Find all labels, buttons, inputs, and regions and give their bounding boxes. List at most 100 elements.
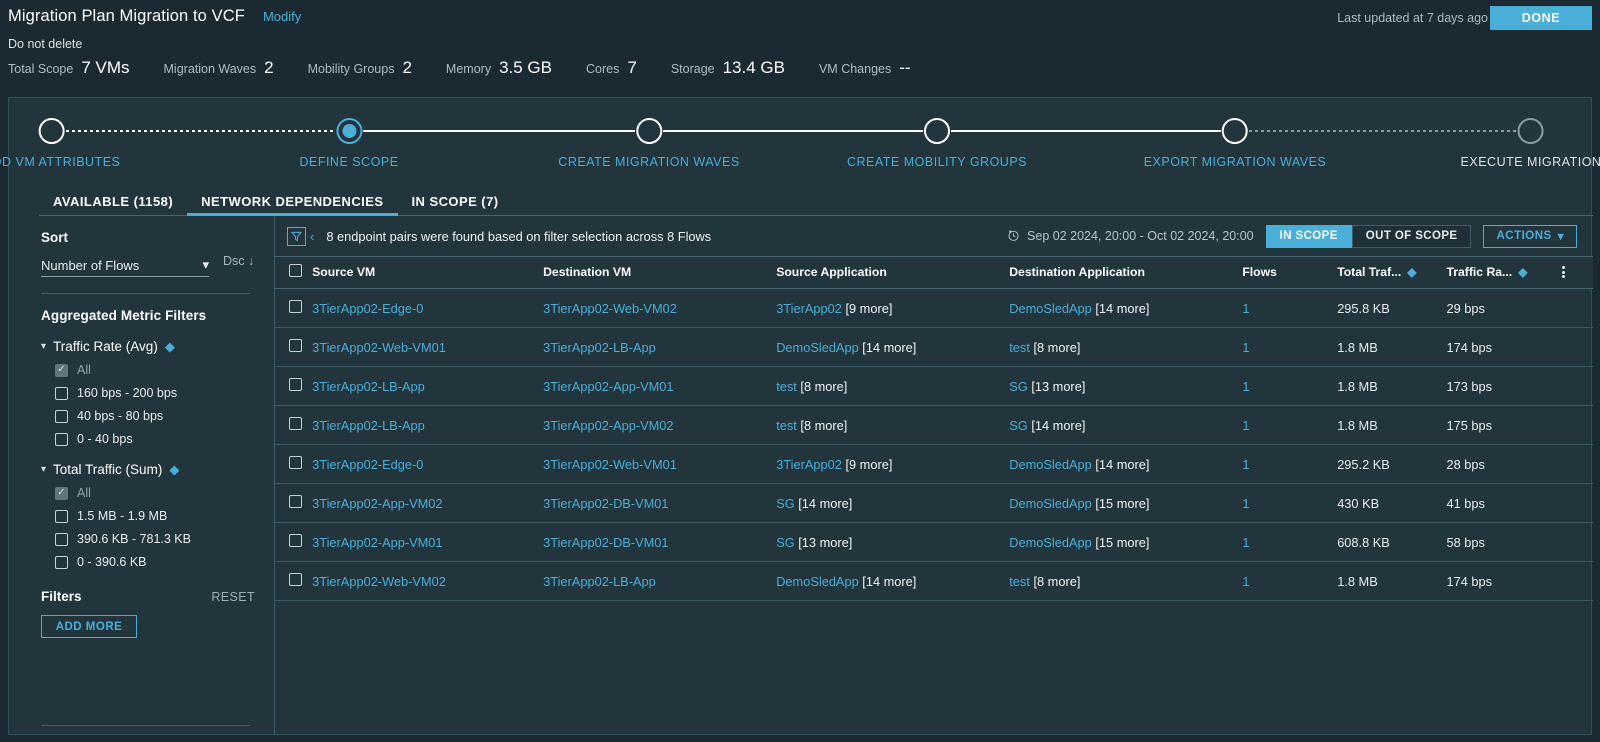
row-checkbox[interactable] bbox=[289, 534, 302, 547]
date-range-picker[interactable]: Sep 02 2024, 20:00 - Oct 02 2024, 20:00 bbox=[1006, 228, 1254, 245]
source-app-link[interactable]: SG bbox=[776, 535, 795, 550]
destination-app-link[interactable]: test bbox=[1009, 574, 1030, 589]
step-define-scope[interactable]: DEFINE SCOPE bbox=[299, 98, 398, 169]
filter-checkbox[interactable] bbox=[55, 432, 68, 446]
filter-checkbox[interactable] bbox=[55, 486, 68, 500]
destination-app-link[interactable]: SG bbox=[1009, 418, 1028, 433]
filter-checkbox[interactable] bbox=[55, 386, 68, 400]
destination-vm-link[interactable]: 3TierApp02-DB-VM01 bbox=[543, 496, 668, 511]
table-row[interactable]: 3TierApp02-Edge-0 3TierApp02-Web-VM01 3Tie… bbox=[275, 444, 1593, 484]
destination-app-link[interactable]: test bbox=[1009, 340, 1030, 355]
reset-filters-link[interactable]: RESET bbox=[211, 590, 255, 604]
filter-group-header[interactable]: ▾ Total Traffic (Sum) ◆ bbox=[41, 462, 274, 477]
destination-app-link[interactable]: DemoSledApp bbox=[1009, 496, 1092, 511]
destination-app-link[interactable]: DemoSledApp bbox=[1009, 535, 1092, 550]
sort-direction-toggle[interactable]: Dsc ↓ bbox=[223, 254, 254, 268]
step-create-mobility-groups[interactable]: CREATE MOBILITY GROUPS bbox=[847, 98, 1027, 169]
source-app-link[interactable]: SG bbox=[776, 496, 795, 511]
funnel-icon[interactable] bbox=[287, 226, 306, 246]
filter-checkbox[interactable] bbox=[55, 532, 68, 546]
tab-available-1158[interactable]: AVAILABLE (1158) bbox=[39, 194, 187, 216]
actions-button[interactable]: ACTIONS ▾ bbox=[1483, 224, 1577, 248]
source-vm-link[interactable]: 3TierApp02-Web-VM02 bbox=[312, 574, 446, 589]
select-all-checkbox[interactable] bbox=[289, 264, 302, 277]
source-vm-link[interactable]: 3TierApp02-App-VM01 bbox=[312, 535, 442, 550]
done-button[interactable]: DONE bbox=[1490, 6, 1592, 30]
flows-link[interactable]: 1 bbox=[1242, 418, 1249, 433]
filter-checkbox[interactable] bbox=[55, 363, 68, 377]
column-header-source-vm[interactable]: Source VM bbox=[312, 256, 544, 289]
source-vm-link[interactable]: 3TierApp02-LB-App bbox=[312, 418, 425, 433]
flows-link[interactable]: 1 bbox=[1242, 301, 1249, 316]
table-row[interactable]: 3TierApp02-App-VM02 3TierApp02-DB-VM01 SG … bbox=[275, 483, 1593, 523]
table-row[interactable]: 3TierApp02-LB-App 3TierApp02-App-VM02 test… bbox=[275, 405, 1593, 445]
filter-option[interactable]: All bbox=[55, 363, 274, 377]
step-add-vm-attributes[interactable]: ADD VM ATTRIBUTES bbox=[0, 98, 120, 169]
scope-in-button[interactable]: IN SCOPE bbox=[1265, 224, 1352, 248]
source-vm-link[interactable]: 3TierApp02-Edge-0 bbox=[312, 301, 423, 316]
flows-link[interactable]: 1 bbox=[1242, 535, 1249, 550]
source-app-link[interactable]: DemoSledApp bbox=[776, 340, 859, 355]
destination-app-link[interactable]: DemoSledApp bbox=[1009, 301, 1092, 316]
row-checkbox[interactable] bbox=[289, 378, 302, 391]
kebab-menu-icon[interactable] bbox=[1562, 266, 1593, 278]
column-header-source-application[interactable]: Source Application bbox=[776, 256, 1010, 289]
source-app-link[interactable]: test bbox=[776, 379, 797, 394]
flows-link[interactable]: 1 bbox=[1242, 379, 1249, 394]
source-vm-link[interactable]: 3TierApp02-Web-VM01 bbox=[312, 340, 446, 355]
destination-app-link[interactable]: SG bbox=[1009, 379, 1028, 394]
filter-group-header[interactable]: ▾ Traffic Rate (Avg) ◆ bbox=[41, 339, 274, 354]
destination-vm-link[interactable]: 3TierApp02-DB-VM01 bbox=[543, 535, 668, 550]
column-header-destination-application[interactable]: Destination Application bbox=[1009, 256, 1243, 289]
step-execute-migration[interactable]: EXECUTE MIGRATION bbox=[1461, 98, 1600, 169]
source-vm-link[interactable]: 3TierApp02-LB-App bbox=[312, 379, 425, 394]
table-row[interactable]: 3TierApp02-LB-App 3TierApp02-App-VM01 test… bbox=[275, 366, 1593, 406]
source-vm-link[interactable]: 3TierApp02-App-VM02 bbox=[312, 496, 442, 511]
table-row[interactable]: 3TierApp02-App-VM01 3TierApp02-DB-VM01 SG … bbox=[275, 522, 1593, 562]
column-header-flows[interactable]: Flows bbox=[1242, 256, 1338, 289]
filter-checkbox[interactable] bbox=[55, 409, 68, 423]
source-app-link[interactable]: 3TierApp02 bbox=[776, 301, 842, 316]
destination-app-link[interactable]: DemoSledApp bbox=[1009, 457, 1092, 472]
column-header-destination-vm[interactable]: Destination VM bbox=[543, 256, 777, 289]
sort-select[interactable]: Number of Flows ▾ bbox=[41, 257, 209, 277]
row-checkbox[interactable] bbox=[289, 573, 302, 586]
row-checkbox[interactable] bbox=[289, 339, 302, 352]
filter-option[interactable]: 160 bps - 200 bps bbox=[55, 386, 274, 400]
filter-option[interactable]: All bbox=[55, 486, 274, 500]
row-checkbox[interactable] bbox=[289, 300, 302, 313]
row-checkbox[interactable] bbox=[289, 495, 302, 508]
destination-vm-link[interactable]: 3TierApp02-LB-App bbox=[543, 340, 656, 355]
flows-link[interactable]: 1 bbox=[1242, 340, 1249, 355]
table-row[interactable]: 3TierApp02-Web-VM01 3TierApp02-LB-App Demo… bbox=[275, 327, 1593, 367]
flows-link[interactable]: 1 bbox=[1242, 457, 1249, 472]
tab-network-dependencies[interactable]: NETWORK DEPENDENCIES bbox=[187, 194, 398, 216]
filter-option[interactable]: 1.5 MB - 1.9 MB bbox=[55, 509, 274, 523]
filter-option[interactable]: 0 - 390.6 KB bbox=[55, 555, 274, 569]
scope-out-button[interactable]: OUT OF SCOPE bbox=[1351, 224, 1472, 248]
filter-option[interactable]: 390.6 KB - 781.3 KB bbox=[55, 532, 274, 546]
source-app-link[interactable]: test bbox=[776, 418, 797, 433]
flows-link[interactable]: 1 bbox=[1242, 574, 1249, 589]
source-vm-link[interactable]: 3TierApp02-Edge-0 bbox=[312, 457, 423, 472]
source-app-link[interactable]: 3TierApp02 bbox=[776, 457, 842, 472]
add-more-button[interactable]: ADD MORE bbox=[41, 615, 137, 638]
filter-checkbox[interactable] bbox=[55, 555, 68, 569]
row-checkbox[interactable] bbox=[289, 417, 302, 430]
source-app-link[interactable]: DemoSledApp bbox=[776, 574, 859, 589]
filter-option[interactable]: 40 bps - 80 bps bbox=[55, 409, 274, 423]
destination-vm-link[interactable]: 3TierApp02-LB-App bbox=[543, 574, 656, 589]
destination-vm-link[interactable]: 3TierApp02-Web-VM02 bbox=[543, 301, 677, 316]
flows-link[interactable]: 1 bbox=[1242, 496, 1249, 511]
modify-link[interactable]: Modify bbox=[263, 9, 301, 24]
filter-checkbox[interactable] bbox=[55, 509, 68, 523]
column-header-total-traffic[interactable]: Total Traf... ◆ bbox=[1337, 256, 1447, 289]
destination-vm-link[interactable]: 3TierApp02-App-VM01 bbox=[543, 379, 673, 394]
table-row[interactable]: 3TierApp02-Web-VM02 3TierApp02-LB-App Demo… bbox=[275, 561, 1593, 601]
column-header-traffic-rate[interactable]: Traffic Ra... ◆ bbox=[1446, 256, 1562, 289]
destination-vm-link[interactable]: 3TierApp02-Web-VM01 bbox=[543, 457, 677, 472]
chevron-left-icon[interactable]: ‹ bbox=[310, 229, 314, 244]
step-export-migration-waves[interactable]: EXPORT MIGRATION WAVES bbox=[1144, 98, 1327, 169]
destination-vm-link[interactable]: 3TierApp02-App-VM02 bbox=[543, 418, 673, 433]
row-checkbox[interactable] bbox=[289, 456, 302, 469]
